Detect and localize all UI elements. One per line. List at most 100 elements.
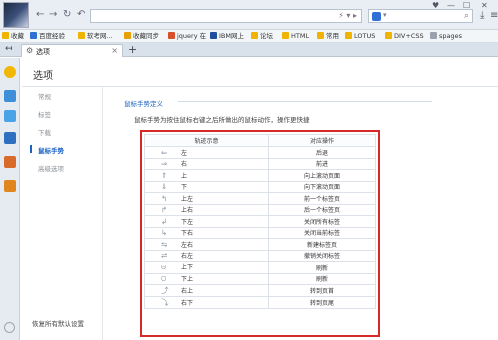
close-window-button[interactable]: ✕ <box>481 1 488 10</box>
minimize-button[interactable]: — <box>447 1 455 10</box>
nav-mouse-gestures[interactable]: 鼠标手势 <box>38 145 64 155</box>
gesture-trail-icon: ↰ <box>161 193 168 203</box>
notes-icon[interactable] <box>4 156 16 168</box>
weibo-icon[interactable] <box>4 90 16 102</box>
search-engine-dropdown[interactable]: ▾ <box>383 11 387 19</box>
favorite-icon[interactable]: ♥ <box>432 1 439 10</box>
search-box[interactable]: ▾ ⌕ <box>368 9 473 23</box>
gesture-action: 刷新 <box>268 272 376 285</box>
bookmark-item[interactable]: 百度经验 <box>30 32 65 41</box>
gesture-trail-icon: ⤴ <box>161 286 169 295</box>
bookmarks-bar: 收藏 百度经验 软考网... 收藏同步 jquery 在 IBM网上 论坛 HT… <box>0 30 498 43</box>
address-bar[interactable]: ⚡ ▾ ▸ <box>90 9 362 23</box>
address-bar-controls[interactable]: ⚡ ▾ ▸ <box>338 11 357 20</box>
gesture-trail-icon: ⇑ <box>161 170 168 180</box>
gesture-direction: 上右 <box>181 207 194 215</box>
bookmark-item[interactable]: 收藏同步 <box>124 32 159 41</box>
bookmark-item[interactable]: HTML <box>282 32 309 41</box>
camera-icon[interactable] <box>4 180 16 192</box>
gesture-direction: 右上 <box>181 288 194 295</box>
gesture-action: 后一个标签页 <box>268 203 376 216</box>
back-arrow-icon[interactable]: ← <box>36 10 44 20</box>
gesture-action: 关闭当前标签 <box>268 226 376 239</box>
gesture-direction: 上 <box>181 172 188 180</box>
star-icon <box>2 32 9 39</box>
restore-defaults-button[interactable]: 恢复所有默认设置 <box>32 318 84 328</box>
gesture-trail-icon: ⤵ <box>161 298 169 307</box>
column-header: 对应操作 <box>268 134 376 147</box>
gear-icon: ⚙ <box>26 46 34 55</box>
table-row: ⤵ 右下 转到页尾 <box>144 296 376 309</box>
gesture-cell: ↰ 上左 <box>144 192 269 205</box>
gesture-cell: ⤴ 右上 <box>144 284 269 297</box>
table-row: ↱ 上右 后一个标签页 <box>144 203 376 216</box>
maximize-button[interactable]: ☐ <box>463 1 470 10</box>
bookmark-item[interactable]: 收藏 <box>2 32 24 41</box>
gesture-direction: 下 <box>181 184 188 192</box>
folder-icon <box>385 32 392 39</box>
forward-arrow-icon[interactable]: → <box>49 10 57 20</box>
tab-back-icon[interactable]: ↤ <box>5 44 13 54</box>
nav-tabs[interactable]: 标签 <box>38 109 51 119</box>
bookmark-item[interactable]: 常用 <box>317 32 339 41</box>
table-row: ⩁ 上下 刷新 <box>144 261 376 274</box>
gesture-action: 新建标签页 <box>268 238 376 251</box>
page-title: 选项 <box>33 71 53 82</box>
gesture-cell: ⩂ 下上 <box>144 272 269 285</box>
divider <box>22 86 498 87</box>
bookmark-item[interactable]: 软考网... <box>78 32 113 41</box>
search-engine-icon[interactable] <box>372 12 381 21</box>
gesture-cell: ⇒ 右 <box>144 157 269 170</box>
gesture-trail-icon: ⩁ <box>161 262 167 272</box>
gesture-direction: 右 <box>181 161 188 169</box>
menu-icon[interactable]: ≡ <box>490 10 498 21</box>
folder-icon <box>78 32 85 39</box>
baidu-icon <box>30 32 37 39</box>
table-row: ⇑ 上向上滚动页面 <box>144 169 376 182</box>
table-row: ⇒ 右前进 <box>144 157 376 170</box>
folder-icon <box>345 32 352 39</box>
bookmark-item[interactable]: LOTUS <box>345 32 375 41</box>
folder-icon <box>317 32 324 39</box>
table-row: ⇋ 左右 新建标签页 <box>144 238 376 251</box>
table-row: ↲ 下左 关闭所有标签 <box>144 215 376 228</box>
table-row: ↳ 下右 关闭当前标签 <box>144 226 376 239</box>
column-header: 轨迹示意 <box>144 134 269 147</box>
gesture-action: 撤销关闭标签 <box>268 249 376 262</box>
sync-icon <box>124 32 131 39</box>
bookmark-item[interactable]: 论坛 <box>251 32 273 41</box>
section-divider <box>178 101 432 102</box>
new-tab-button[interactable]: + <box>128 43 137 56</box>
gesture-direction: 下左 <box>181 218 194 226</box>
bookmark-item[interactable]: jquery 在 <box>168 32 206 41</box>
user-avatar[interactable] <box>3 2 29 28</box>
image-icon[interactable] <box>4 110 16 122</box>
section-description: 鼠标手势为按住鼠标右键之后所做出的鼠标动作，操作更快捷 <box>134 116 310 124</box>
bookmark-item[interactable]: spages <box>430 32 462 41</box>
gesture-action: 后退 <box>268 146 376 159</box>
gesture-direction: 左 <box>181 149 188 157</box>
nav-general[interactable]: 常规 <box>38 91 51 101</box>
refresh-icon[interactable]: ↻ <box>63 10 71 20</box>
calendar-icon[interactable] <box>4 132 16 144</box>
tab-options[interactable]: ⚙ 选项 × <box>21 44 123 57</box>
search-icon[interactable]: ⌕ <box>464 11 469 21</box>
close-tab-icon[interactable]: × <box>111 46 118 55</box>
gesture-cell: ⩁ 上下 <box>144 261 269 274</box>
bookmark-item[interactable]: DIV+CSS <box>385 32 424 41</box>
nav-advanced[interactable]: 高级选项 <box>38 163 64 173</box>
gesture-action: 刷新 <box>268 261 376 274</box>
gesture-cell: ↱ 上右 <box>144 203 269 216</box>
gesture-cell: ⇌ 右左 <box>144 249 269 262</box>
download-icon[interactable]: ⤓ <box>480 10 484 21</box>
nav-downloads[interactable]: 下载 <box>38 127 51 137</box>
gesture-trail-icon: ↲ <box>161 216 168 226</box>
gesture-direction: 上左 <box>181 195 194 203</box>
favorites-star-icon[interactable] <box>4 66 16 78</box>
bookmark-item[interactable]: IBM网上 <box>210 32 244 41</box>
settings-circle-icon[interactable] <box>4 322 15 333</box>
gesture-direction: 右下 <box>181 300 194 307</box>
undo-icon[interactable]: ↶ <box>77 10 85 20</box>
highlight-frame: 轨迹示意 对应操作 ⇐ 左后退 ⇒ 右前进 ⇑ 上向上滚动页面 ⇓ 下向下滚动页面 ↰ 上左 前一个… <box>140 130 380 337</box>
gesture-trail-icon: ⩂ <box>161 273 167 283</box>
